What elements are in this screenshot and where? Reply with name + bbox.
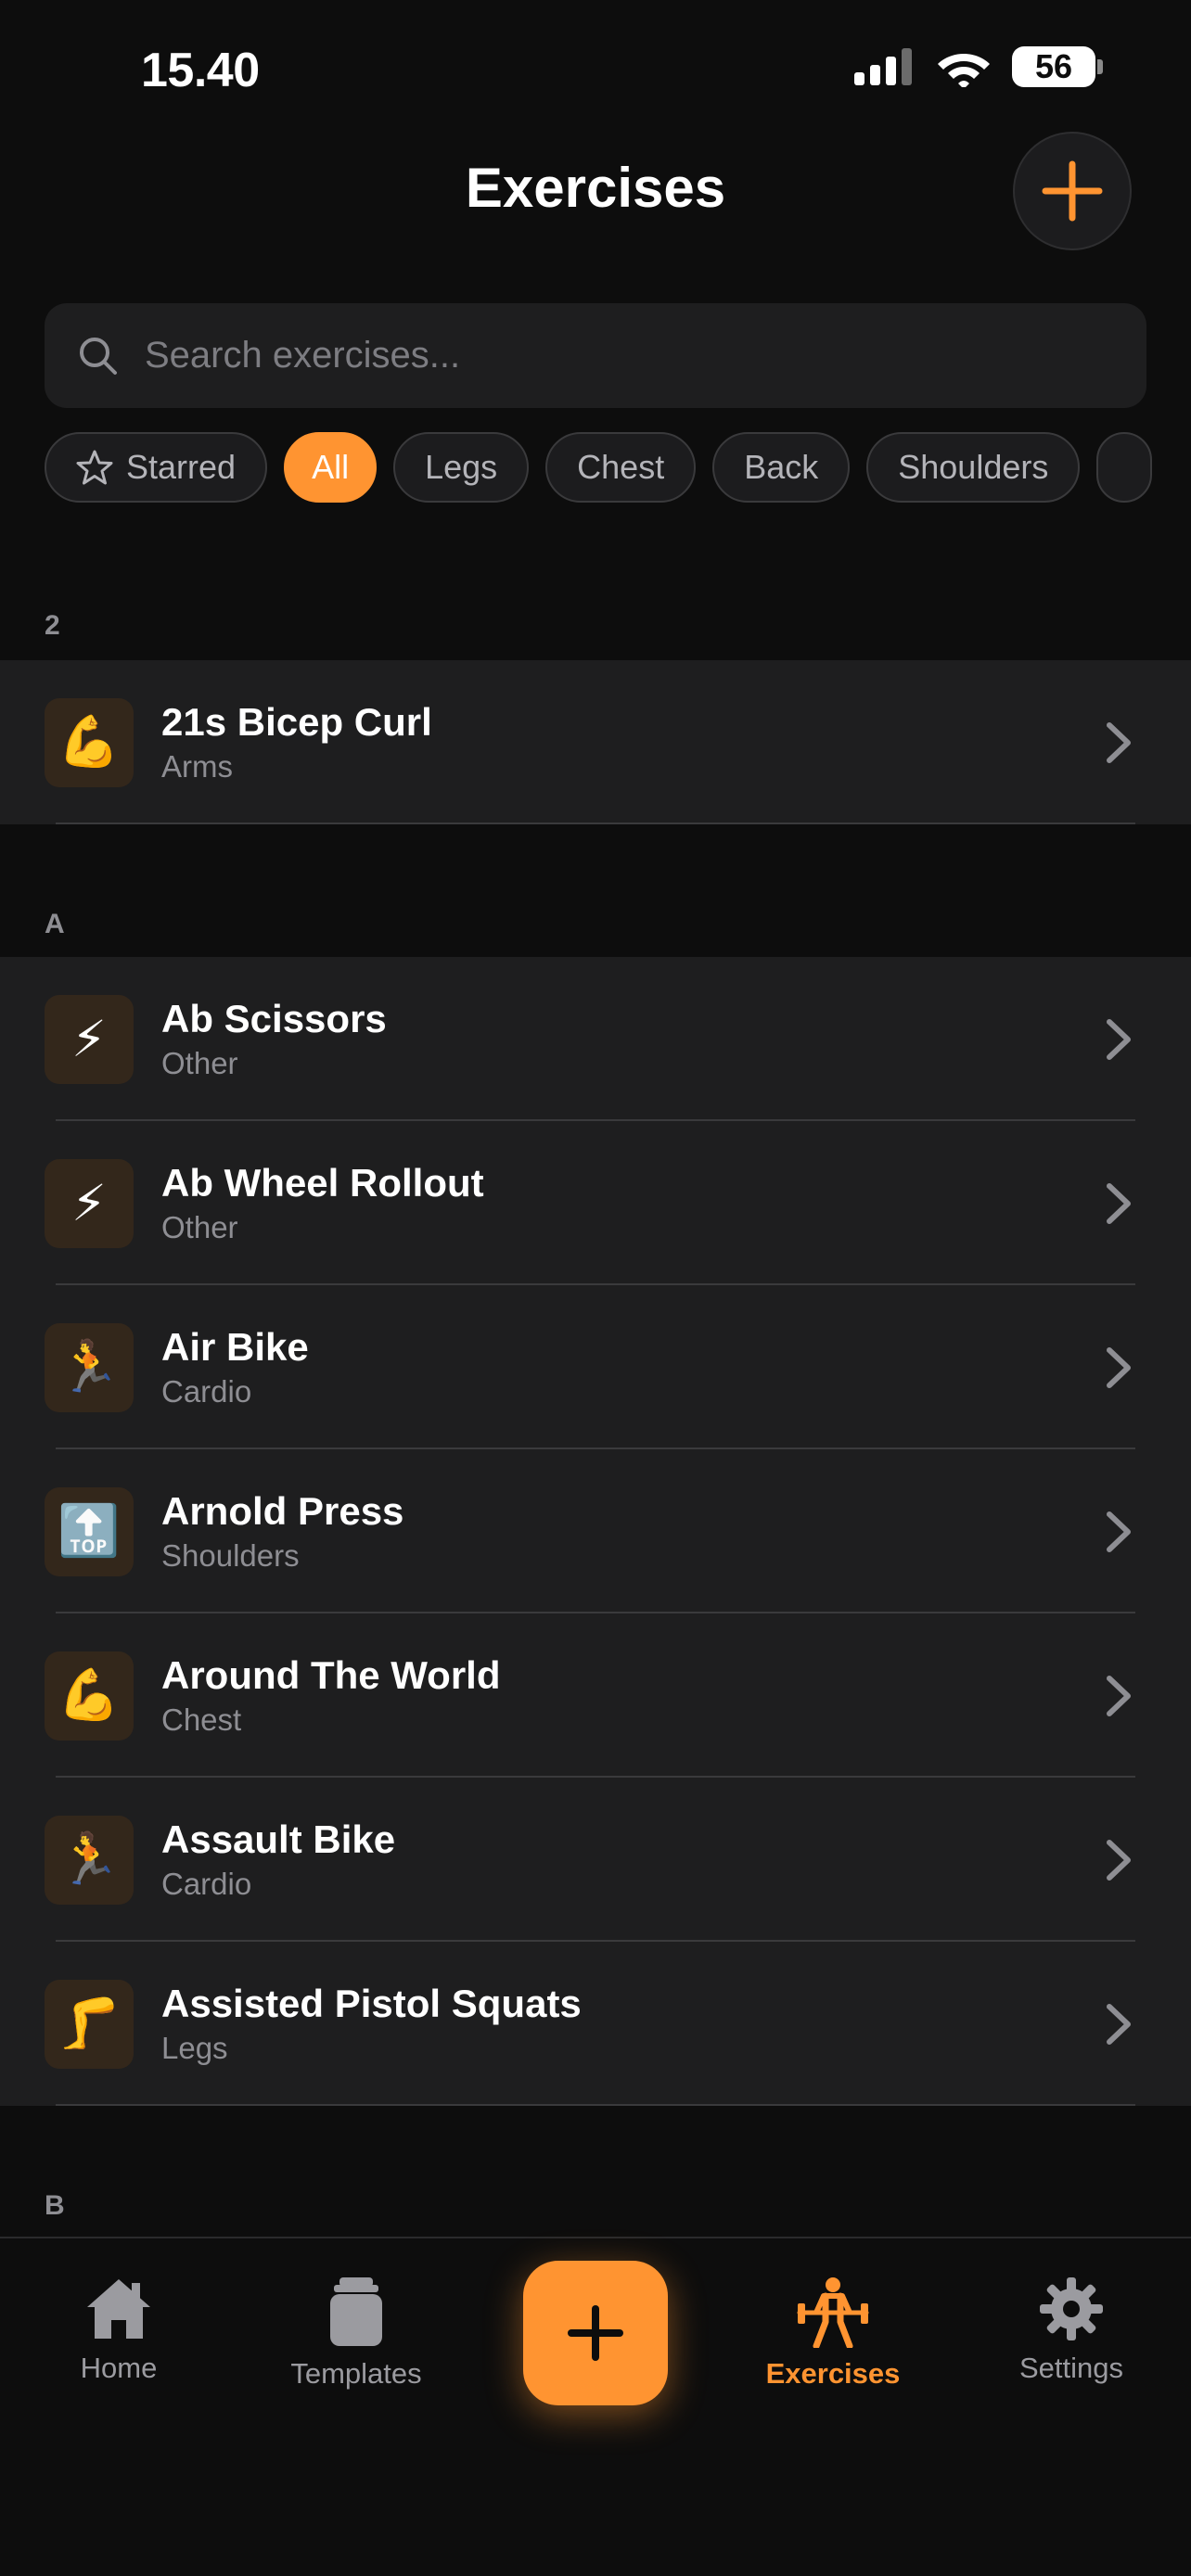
filter-chip-label: Legs bbox=[425, 448, 498, 486]
filter-chip-label: Shoulders bbox=[898, 448, 1049, 486]
battery-level: 56 bbox=[1034, 47, 1073, 85]
exercise-name: Assisted Pistol Squats bbox=[161, 1982, 582, 2025]
exercise-category: Cardio bbox=[161, 1867, 252, 1901]
tab-exercises[interactable]: Exercises bbox=[740, 2276, 926, 2391]
row-divider bbox=[56, 823, 1135, 824]
exercise-list-section-2: 💪 21s Bicep Curl Arms bbox=[0, 660, 1191, 824]
filter-chip-label: All bbox=[312, 448, 350, 486]
filter-chip-more[interactable] bbox=[1096, 432, 1153, 503]
filter-chip-label: Chest bbox=[577, 448, 665, 486]
lightning-icon: ⚡ bbox=[45, 1158, 134, 1248]
plus-icon bbox=[1042, 160, 1103, 222]
top-arrow-icon: 🔝 bbox=[45, 1486, 134, 1576]
exercise-category: Chest bbox=[161, 1702, 242, 1737]
exercise-category: Other bbox=[161, 1210, 238, 1244]
exercise-row[interactable]: ⚡ Ab Scissors Other bbox=[0, 957, 1191, 1121]
exercise-name: Assault Bike bbox=[161, 1817, 396, 1861]
tab-label: Templates bbox=[290, 2357, 422, 2390]
battery-nub bbox=[1097, 59, 1103, 74]
filter-chip-starred[interactable]: Starred bbox=[45, 432, 268, 503]
runner-icon: 🏃 bbox=[45, 1322, 134, 1412]
exercise-category: Shoulders bbox=[161, 1538, 300, 1573]
chevron-right-icon bbox=[1107, 1511, 1131, 1552]
search-bar[interactable] bbox=[45, 303, 1146, 408]
tab-bar: Home Templates Exercises Settings bbox=[0, 2237, 1191, 2576]
filter-chip-back[interactable]: Back bbox=[712, 432, 851, 503]
exercise-name: 21s Bicep Curl bbox=[161, 700, 432, 744]
filter-chips: Starred All Legs Chest Back Shoulders bbox=[45, 432, 1191, 506]
status-bar: 15.40 56 bbox=[0, 0, 1191, 139]
chevron-right-icon bbox=[1107, 1019, 1131, 1060]
flexed-biceps-icon: 💪 bbox=[45, 1651, 134, 1741]
filter-chip-all[interactable]: All bbox=[284, 432, 378, 503]
star-icon bbox=[76, 450, 113, 485]
exercise-list-section-a: ⚡ Ab Scissors Other ⚡ Ab Wheel Rollout O… bbox=[0, 957, 1191, 2106]
exercise-row[interactable]: 💪 21s Bicep Curl Arms bbox=[0, 660, 1191, 824]
exercise-name: Ab Scissors bbox=[161, 997, 387, 1040]
exercise-row[interactable]: 🔝 Arnold Press Shoulders bbox=[0, 1449, 1191, 1613]
exercise-row[interactable]: 🏃 Assault Bike Cardio bbox=[0, 1778, 1191, 1942]
tab-templates[interactable]: Templates bbox=[263, 2276, 449, 2391]
status-time: 15.40 bbox=[141, 44, 260, 97]
cellular-signal-icon bbox=[854, 48, 912, 85]
filter-chip-label: Starred bbox=[126, 448, 237, 486]
tab-settings[interactable]: Settings bbox=[979, 2276, 1164, 2385]
filter-chip-chest[interactable]: Chest bbox=[545, 432, 697, 503]
chevron-right-icon bbox=[1107, 1840, 1131, 1881]
exercise-row[interactable]: 🦵 Assisted Pistol Squats Legs bbox=[0, 1942, 1191, 2106]
home-icon bbox=[87, 2279, 150, 2339]
runner-icon: 🏃 bbox=[45, 1815, 134, 1905]
exercise-row[interactable]: 🏃 Air Bike Cardio bbox=[0, 1285, 1191, 1449]
exercise-name: Arnold Press bbox=[161, 1489, 404, 1533]
search-icon bbox=[80, 337, 117, 375]
exercise-row[interactable]: ⚡ Ab Wheel Rollout Other bbox=[0, 1121, 1191, 1285]
chevron-right-icon bbox=[1107, 722, 1131, 763]
add-exercise-button[interactable] bbox=[1013, 132, 1132, 250]
chevron-right-icon bbox=[1107, 1347, 1131, 1388]
plus-icon bbox=[568, 2305, 623, 2361]
section-header: A bbox=[45, 909, 65, 939]
exercise-name: Air Bike bbox=[161, 1325, 309, 1369]
exercise-name: Around The World bbox=[161, 1653, 501, 1697]
search-input[interactable] bbox=[143, 334, 1074, 377]
gear-icon bbox=[1040, 2277, 1103, 2340]
section-header: 2 bbox=[45, 610, 60, 641]
status-indicators: 56 bbox=[854, 46, 1103, 87]
weightlifter-icon bbox=[797, 2277, 869, 2348]
tab-home[interactable]: Home bbox=[26, 2276, 211, 2385]
battery-indicator: 56 bbox=[1012, 46, 1095, 87]
lightning-icon: ⚡ bbox=[45, 994, 134, 1084]
exercise-category: Arms bbox=[161, 749, 233, 784]
filter-chip-label: Back bbox=[744, 448, 819, 486]
row-divider bbox=[56, 2104, 1135, 2106]
tab-label: Exercises bbox=[765, 2357, 901, 2390]
exercise-category: Legs bbox=[161, 2031, 228, 2065]
flexed-biceps-icon: 💪 bbox=[45, 697, 134, 787]
exercise-category: Other bbox=[161, 1046, 238, 1080]
section-header: B bbox=[45, 2190, 65, 2221]
exercise-name: Ab Wheel Rollout bbox=[161, 1161, 484, 1205]
tab-label: Home bbox=[80, 2352, 158, 2384]
start-workout-button[interactable] bbox=[523, 2261, 668, 2405]
chevron-right-icon bbox=[1107, 1676, 1131, 1716]
wifi-icon bbox=[938, 54, 990, 87]
chevron-right-icon bbox=[1107, 2004, 1131, 2045]
exercise-row[interactable]: 💪 Around The World Chest bbox=[0, 1613, 1191, 1778]
exercise-category: Cardio bbox=[161, 1374, 252, 1409]
leg-icon: 🦵 bbox=[45, 1979, 134, 2069]
chevron-right-icon bbox=[1107, 1183, 1131, 1224]
filter-chip-legs[interactable]: Legs bbox=[393, 432, 530, 503]
templates-icon bbox=[330, 2277, 382, 2346]
filter-chip-shoulders[interactable]: Shoulders bbox=[866, 432, 1081, 503]
tab-label: Settings bbox=[1018, 2352, 1123, 2384]
